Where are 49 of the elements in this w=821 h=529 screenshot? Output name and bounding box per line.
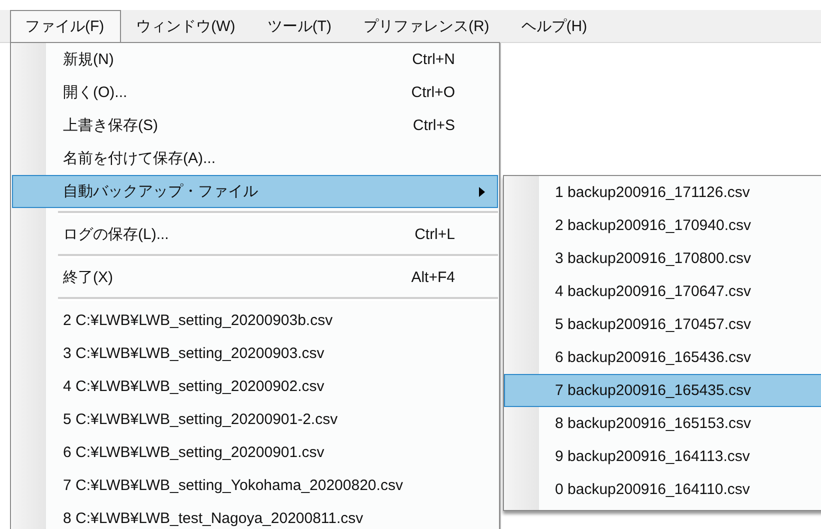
menu-item[interactable]: 名前を付けて保存(A)... <box>12 142 498 175</box>
menu-bar-item[interactable]: プリファレンス(R) <box>348 10 506 42</box>
shortcut-label: Ctrl+S <box>412 117 455 134</box>
menu-item-label: 8 C:¥LWB¥LWB_test_Nagoya_20200811.csv <box>63 510 364 527</box>
menu-item[interactable]: 4 C:¥LWB¥LWB_setting_20200902.csv <box>12 370 498 403</box>
menu-bar-item[interactable]: ツール(T) <box>252 10 348 42</box>
menu-item-label: 終了(X) <box>63 268 114 287</box>
menu-item-label: 3 C:¥LWB¥LWB_setting_20200903.csv <box>63 345 326 362</box>
menu-item-label: 7 C:¥LWB¥LWB_setting_Yokohama_20200820.csv <box>63 477 404 494</box>
menu-item[interactable]: 0 backup200916_164110.csv <box>504 473 821 506</box>
menu-item-label: 名前を付けて保存(A)... <box>63 149 216 168</box>
menu-item[interactable]: 3 C:¥LWB¥LWB_setting_20200903.csv <box>12 337 498 370</box>
menu-item[interactable]: 8 C:¥LWB¥LWB_test_Nagoya_20200811.csv <box>12 502 498 529</box>
menu-item-label: 6 C:¥LWB¥LWB_setting_20200901.csv <box>63 444 326 461</box>
menu-item[interactable]: 5 backup200916_170457.csv <box>504 308 821 341</box>
menu-item-label: 上書き保存(S) <box>63 116 159 135</box>
menu-item[interactable]: 2 C:¥LWB¥LWB_setting_20200903b.csv <box>12 304 498 337</box>
menu-item[interactable]: 5 C:¥LWB¥LWB_setting_20200901-2.csv <box>12 403 498 436</box>
menu-item-label: 4 C:¥LWB¥LWB_setting_20200902.csv <box>63 378 326 395</box>
menu-item[interactable]: 上書き保存(S) Ctrl+S <box>12 109 498 142</box>
shortcut-label: Ctrl+O <box>411 84 455 101</box>
menu-item[interactable]: 3 backup200916_170800.csv <box>504 242 821 275</box>
menu-item[interactable]: 7 backup200916_165435.csv <box>504 374 821 407</box>
shortcut-label: Ctrl+N <box>412 51 455 68</box>
submenu-arrow-icon <box>479 187 485 197</box>
menu-item[interactable]: 1 backup200916_171126.csv <box>504 176 821 209</box>
menu-item-label: 5 C:¥LWB¥LWB_setting_20200901-2.csv <box>63 411 339 428</box>
menu-item[interactable]: 8 backup200916_165153.csv <box>504 407 821 440</box>
menu-item[interactable]: 開く(O)... Ctrl+O <box>12 76 498 109</box>
menu-item[interactable]: 7 C:¥LWB¥LWB_setting_Yokohama_20200820.csv <box>12 469 498 502</box>
menu-item[interactable]: 6 backup200916_165436.csv <box>504 341 821 374</box>
menu-item[interactable]: 2 backup200916_170940.csv <box>504 209 821 242</box>
menu-item-label: ログの保存(L)... <box>63 225 170 244</box>
menu-item-label: 2 C:¥LWB¥LWB_setting_20200903b.csv <box>63 312 334 329</box>
menu-item[interactable]: ログの保存(L)... Ctrl+L <box>12 218 498 251</box>
menu-item-label: 開く(O)... <box>63 83 128 102</box>
menu-item[interactable]: 9 backup200916_164113.csv <box>504 440 821 473</box>
menu-item-label: 新規(N) <box>63 50 115 69</box>
shortcut-label: Ctrl+L <box>414 226 455 243</box>
menu-item[interactable]: 新規(N) Ctrl+N <box>12 43 498 76</box>
menu-item[interactable]: 6 C:¥LWB¥LWB_setting_20200901.csv <box>12 436 498 469</box>
menu-item[interactable]: 4 backup200916_170647.csv <box>504 275 821 308</box>
menu-item[interactable]: 終了(X) Alt+F4 <box>12 261 498 294</box>
menu-bar-item[interactable]: ウィンドウ(W) <box>121 10 252 42</box>
menu-item[interactable]: 自動バックアップ・ファイル <box>12 175 498 208</box>
menu-item-label: 自動バックアップ・ファイル <box>63 182 259 201</box>
shortcut-label: Alt+F4 <box>411 269 455 286</box>
menu-bar-item[interactable]: ヘルプ(H) <box>506 10 604 42</box>
menu-bar-item[interactable]: ファイル(F) <box>10 10 122 42</box>
